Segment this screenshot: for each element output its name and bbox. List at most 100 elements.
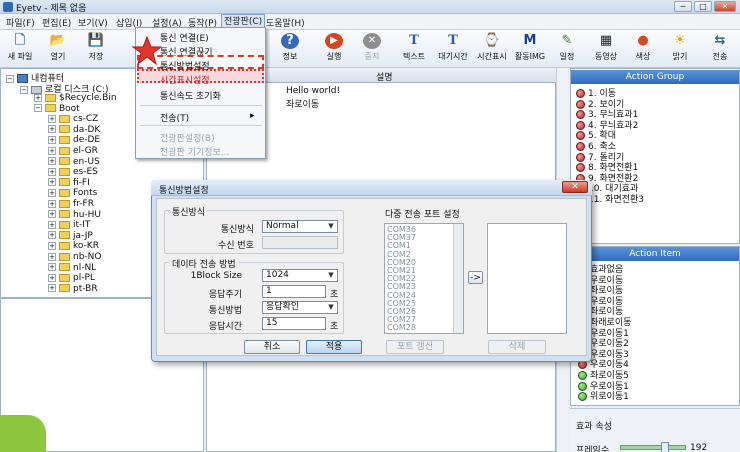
folder-icon xyxy=(59,146,70,155)
response-cycle-label: 응답주기 xyxy=(208,290,242,300)
tree-item[interactable]: + ko-KR xyxy=(48,241,99,251)
menu-view[interactable]: 보기(V) xyxy=(78,16,108,29)
folder-icon xyxy=(59,210,70,219)
menu-item-comm-settings[interactable]: 통신방법설정 xyxy=(160,59,210,72)
recv-number-label: 수신 번호 xyxy=(218,241,254,251)
tree-item[interactable]: + $Recycle.Bin xyxy=(34,93,117,103)
open-button[interactable]: 📂 열기 xyxy=(42,32,74,66)
tree-item[interactable]: + es-ES xyxy=(48,167,98,177)
menu-item-board-settings: 전광판설정(B) xyxy=(160,134,215,144)
port-item[interactable]: COM28 xyxy=(387,323,416,332)
folder-icon xyxy=(59,252,70,261)
tree-item[interactable]: + ja-JP xyxy=(48,231,93,241)
tree-item[interactable]: + da-DK xyxy=(48,125,100,135)
port-list-scrollbar[interactable] xyxy=(453,224,463,333)
selected-port-list[interactable] xyxy=(487,223,567,334)
activity-img-button[interactable]: M 활동IMG xyxy=(514,32,546,66)
menu-separator xyxy=(140,105,262,106)
comm-way-select[interactable]: 응답확인 ▼ xyxy=(262,301,338,314)
tree-item[interactable]: + de-DE xyxy=(48,135,100,145)
minimize-button[interactable]: ─ xyxy=(674,1,692,12)
cancel-button[interactable]: 취소 xyxy=(244,340,300,354)
tree-item[interactable]: + fr-FR xyxy=(48,199,94,209)
schedule-button[interactable]: ✎ 일정 xyxy=(551,32,583,66)
frame-count-value: 192 xyxy=(690,443,708,452)
chevron-down-icon: ▼ xyxy=(328,271,334,279)
wait-time-icon: T xyxy=(448,33,458,48)
dialog-title-bar: 통신방법설정 xyxy=(151,180,592,196)
run-icon: ▶ xyxy=(325,33,343,49)
folder-icon xyxy=(59,178,70,187)
app-icon xyxy=(3,2,13,12)
menu-item-send[interactable]: 전송(T) xyxy=(160,111,189,124)
folder-icon xyxy=(59,188,70,197)
chevron-down-icon: ▼ xyxy=(328,222,334,230)
response-time-unit: 초 xyxy=(330,322,339,332)
action-item[interactable]: 위로이동1 xyxy=(578,389,629,402)
schedule-icon: ✎ xyxy=(561,33,573,48)
video-button[interactable]: ▦ 동영상 xyxy=(590,32,622,66)
recv-number-field[interactable] xyxy=(262,236,338,249)
menu-item-device-info: 전광판 기기정보... xyxy=(160,148,230,158)
effect-title: 효과 속성 xyxy=(576,422,612,432)
delete-button[interactable]: 삭제 xyxy=(488,340,546,354)
star-annotation-icon xyxy=(132,36,162,66)
window-title: Eyetv - 제목 없음 xyxy=(16,4,87,14)
close-button[interactable]: ✕ xyxy=(714,1,736,12)
menu-item-reset-speed[interactable]: 통신속도 초기화 xyxy=(160,89,221,102)
tree-item[interactable]: + cs-CZ xyxy=(48,114,98,124)
stop-button[interactable]: ✕ 중지 xyxy=(356,32,388,66)
maximize-button[interactable]: □ xyxy=(694,1,712,12)
clock-display-button[interactable]: ⌚ 시간표시 xyxy=(476,32,508,66)
move-port-button[interactable]: -> xyxy=(468,271,483,284)
tree-item[interactable]: + en-US xyxy=(48,157,100,167)
tree-item[interactable]: + pt-BR xyxy=(48,284,98,294)
submenu-arrow-icon: ▸ xyxy=(250,111,255,121)
effect-properties: 효과 속성 프레임수 192 xyxy=(570,408,740,452)
tree-item[interactable]: + nb-NO xyxy=(48,252,101,262)
comm-method-select[interactable]: Normal ▼ xyxy=(262,220,338,233)
text-button[interactable]: T 텍스트 xyxy=(398,32,430,66)
folder-icon xyxy=(59,167,70,176)
list-item[interactable]: 좌로이동 xyxy=(286,97,319,110)
wait-time-button[interactable]: T 대기시간 xyxy=(437,32,469,66)
menu-item-connect[interactable]: 통신 연결(E) xyxy=(160,31,209,44)
tree-item[interactable]: + pl-PL xyxy=(48,273,95,283)
menu-file[interactable]: 파일(F) xyxy=(6,16,35,29)
menu-bar: 파일(F) 편집(E) 보기(V) 삽입(I) 설정(A) 동작(P) 전광판(… xyxy=(0,14,740,30)
video-icon: ▦ xyxy=(599,33,613,48)
tree-item[interactable]: + fi-FI xyxy=(48,178,90,188)
color-button[interactable]: ● 색상 xyxy=(627,32,659,66)
list-item[interactable]: Hello world! xyxy=(286,86,340,96)
tree-item[interactable]: + el-GR xyxy=(48,146,98,156)
menu-help[interactable]: 도움말(H) xyxy=(266,16,305,29)
tree-item[interactable]: + it-IT xyxy=(48,220,90,230)
tree-item[interactable]: − Boot xyxy=(34,104,80,114)
apply-button[interactable]: 적용 xyxy=(306,340,362,354)
brightness-button[interactable]: ☀ 밝기 xyxy=(664,32,696,66)
data-transfer-group-label: 데이타 전송 방법 xyxy=(170,257,238,270)
comm-method-label: 통신방식 xyxy=(220,225,254,235)
frame-slider[interactable] xyxy=(620,442,686,452)
new-file-button[interactable]: 🗋 새 파일 xyxy=(4,32,36,66)
multi-port-group-label: 다중 전송 포트 설정 xyxy=(383,207,462,220)
menu-edit[interactable]: 편집(E) xyxy=(42,16,71,29)
block-size-select[interactable]: 1024 ▼ xyxy=(262,269,338,282)
save-button[interactable]: 💾 저장 xyxy=(80,32,112,66)
response-cycle-field[interactable]: 1 xyxy=(262,285,326,298)
info-button[interactable]: ? 정보 xyxy=(274,32,306,66)
run-button[interactable]: ▶ 실행 xyxy=(318,32,350,66)
menu-item-time-display[interactable]: 시간표시설정 xyxy=(160,73,210,86)
save-icon: 💾 xyxy=(87,33,105,48)
green-dot-icon xyxy=(578,392,587,402)
stop-icon: ✕ xyxy=(363,33,381,49)
response-time-field[interactable]: 15 xyxy=(262,317,326,330)
send-button[interactable]: ⇆ 전송 xyxy=(704,32,736,66)
tree-item[interactable]: + nl-NL xyxy=(48,263,96,273)
tree-item[interactable]: + hu-HU xyxy=(48,210,101,220)
tree-item[interactable]: + Fonts xyxy=(48,188,97,198)
folder-icon xyxy=(59,125,70,134)
dialog-close-button[interactable]: ✕ xyxy=(562,181,588,193)
folder-icon xyxy=(59,157,70,166)
port-refresh-button[interactable]: 포트 갱신 xyxy=(386,340,444,354)
